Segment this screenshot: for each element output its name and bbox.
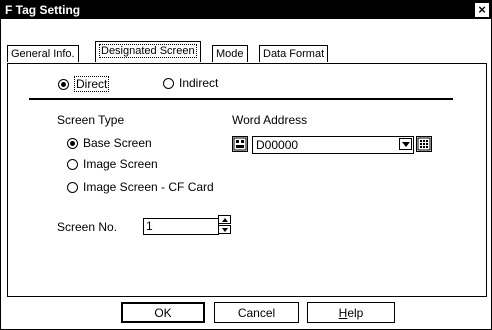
title-bar[interactable]: F Tag Setting × (1, 1, 491, 19)
image-screen-cf-card-label: Image Screen - CF Card (83, 180, 214, 194)
indirect-radio[interactable]: Indirect (163, 76, 218, 90)
tab-label: Mode (216, 48, 244, 60)
image-screen-radio[interactable]: Image Screen (67, 157, 158, 171)
window-title: F Tag Setting (5, 3, 81, 17)
cancel-button[interactable]: Cancel (214, 302, 299, 323)
direct-radio[interactable]: Direct (58, 76, 110, 92)
screen-no-input[interactable]: 1 (143, 218, 219, 235)
base-screen-radio[interactable]: Base Screen (67, 136, 152, 150)
tab-label: Data Format (263, 48, 325, 60)
word-address-value: D00000 (256, 138, 299, 152)
tab-label: Designated Screen (99, 44, 197, 58)
tab-general-info[interactable]: General Info. (7, 45, 79, 62)
spin-up-icon[interactable] (218, 215, 231, 224)
address-input-keypad-icon[interactable] (232, 136, 248, 152)
address-keypad-icon[interactable] (416, 136, 432, 152)
radio-unselected-icon (67, 181, 78, 193)
image-screen-label: Image Screen (83, 157, 158, 171)
f-tag-setting-dialog: F Tag Setting × General Info. Designated… (0, 0, 492, 330)
tab-mode[interactable]: Mode (212, 45, 248, 62)
help-button[interactable]: Help (307, 302, 395, 323)
radio-selected-icon (67, 137, 78, 149)
word-address-heading: Word Address (232, 113, 308, 127)
tab-designated-screen[interactable]: Designated Screen (95, 41, 201, 62)
screen-type-heading: Screen Type (57, 113, 125, 127)
tab-label: General Info. (11, 48, 75, 60)
image-screen-cf-card-radio[interactable]: Image Screen - CF Card (67, 180, 214, 194)
tab-data-format[interactable]: Data Format (259, 45, 329, 62)
spin-down-icon[interactable] (218, 225, 231, 234)
close-icon[interactable]: × (474, 2, 490, 18)
radio-unselected-icon (163, 77, 174, 89)
radio-selected-icon (58, 78, 69, 90)
chevron-down-icon[interactable] (399, 138, 412, 150)
separator (29, 98, 453, 100)
base-screen-label: Base Screen (83, 136, 152, 150)
radio-unselected-icon (67, 158, 78, 170)
ok-button[interactable]: OK (121, 302, 205, 323)
help-label: elp (347, 306, 364, 320)
screen-no-label: Screen No. (57, 220, 118, 234)
direct-radio-label: Direct (74, 76, 110, 92)
word-address-combobox[interactable]: D00000 (252, 136, 414, 154)
indirect-radio-label: Indirect (179, 76, 219, 90)
